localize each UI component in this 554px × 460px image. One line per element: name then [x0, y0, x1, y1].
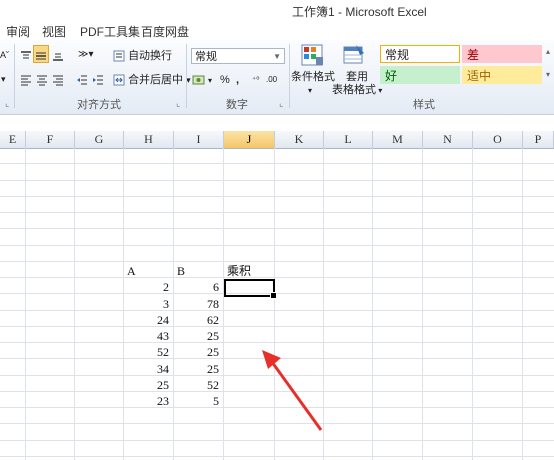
ribbon: A˘ ▾ ⌞ ≫▾ 自动换行 合并后居中 ▾ 对齐方式 ⌞ 常规 ▼ ▾ % ,…: [0, 40, 554, 115]
group-separator: [289, 44, 290, 108]
cell-i[interactable]: 25: [177, 344, 219, 360]
cell-h[interactable]: 34: [127, 361, 169, 377]
column-header-o[interactable]: O: [473, 131, 523, 148]
wrap-text-button[interactable]: 自动换行: [113, 47, 172, 65]
column-header-m[interactable]: M: [373, 131, 423, 148]
increase-decimal-button[interactable]: ⁺⁰: [252, 71, 259, 89]
conditional-format-icon[interactable]: [298, 43, 326, 69]
table-format-button[interactable]: 表格格式 ▾: [332, 81, 382, 99]
column-header-i[interactable]: I: [174, 131, 224, 148]
title-bar: 工作簿1 - Microsoft Excel: [0, 0, 554, 20]
column-header-j[interactable]: J: [224, 131, 275, 148]
table-format-label-2: 表格格式: [332, 84, 376, 96]
cell-i[interactable]: 62: [177, 312, 219, 328]
cell-style-bad[interactable]: 差: [462, 45, 542, 63]
worksheet-grid[interactable]: A B 乘积 2 6 3 78 24 62 43 25 52 25 34 25 25 52 23 5: [0, 148, 554, 460]
column-header-k[interactable]: K: [275, 131, 324, 148]
number-format-value: 常规: [195, 51, 217, 63]
ribbon-tabs: 审阅 视图 PDF工具集 百度网盘: [0, 20, 554, 40]
window-title: 工作簿1 - Microsoft Excel: [292, 5, 427, 19]
font-shrink-button[interactable]: A˘: [0, 46, 9, 64]
style-label: 适中: [467, 69, 492, 83]
styles-scroll-up-icon[interactable]: ▴: [546, 43, 550, 61]
column-headers: EFGHIJKLMNOP: [0, 131, 554, 149]
formula-bar-area: [0, 115, 554, 131]
cell-i[interactable]: 52: [177, 377, 219, 393]
chevron-down-icon: ▼: [273, 52, 281, 61]
alignment-group-launcher-icon[interactable]: ⌞: [176, 98, 180, 109]
cell-j[interactable]: 乘积: [227, 263, 270, 279]
percent-style-button[interactable]: %: [220, 71, 230, 89]
cell-i[interactable]: 25: [177, 361, 219, 377]
style-label: 好: [385, 69, 398, 83]
cell-h[interactable]: 43: [127, 328, 169, 344]
number-format-select[interactable]: 常规 ▼: [191, 48, 285, 64]
column-header-f[interactable]: F: [26, 131, 75, 148]
column-header-h[interactable]: H: [124, 131, 174, 148]
number-group-launcher-icon[interactable]: ⌞: [279, 98, 283, 109]
tab-baidu-netdisk[interactable]: 百度网盘: [141, 23, 189, 40]
style-label: 差: [467, 48, 480, 62]
cell-style-normal[interactable]: 常规: [380, 45, 460, 63]
alignment-group-label: 对齐方式: [77, 99, 121, 111]
merge-center-icon: [113, 74, 125, 86]
increase-indent-icon[interactable]: [92, 71, 104, 89]
cell-h[interactable]: A: [127, 263, 169, 279]
style-label: 常规: [385, 48, 410, 62]
align-bottom-icon[interactable]: [52, 47, 64, 65]
merge-center-label: 合并后居中: [128, 74, 184, 86]
tab-pdf-tools[interactable]: PDF工具集: [80, 23, 140, 40]
chevron-down-icon[interactable]: ▾: [308, 82, 312, 100]
table-format-icon[interactable]: [340, 43, 368, 69]
cell-style-neutral[interactable]: 适中: [462, 66, 542, 84]
wrap-text-icon: [113, 50, 125, 62]
active-cell-selection[interactable]: [224, 279, 277, 299]
cell-i[interactable]: 5: [177, 393, 219, 409]
cell-h[interactable]: 25: [127, 377, 169, 393]
cell-style-good[interactable]: 好: [380, 66, 460, 84]
wrap-text-label: 自动换行: [128, 50, 173, 62]
cell-i[interactable]: 6: [177, 279, 219, 295]
number-group-label: 数字: [226, 99, 248, 111]
currency-icon: [192, 75, 205, 85]
font-dropdown-arrow-icon[interactable]: ▾: [1, 70, 6, 88]
align-left-icon[interactable]: [20, 71, 32, 89]
cell-i[interactable]: 78: [177, 296, 219, 312]
column-header-n[interactable]: N: [423, 131, 473, 148]
align-middle-icon[interactable]: [33, 45, 49, 63]
decrease-indent-icon[interactable]: [76, 71, 88, 89]
column-header-e[interactable]: E: [0, 131, 26, 148]
fill-handle[interactable]: [270, 292, 277, 299]
column-header-l[interactable]: L: [324, 131, 373, 148]
gridlines: [0, 148, 554, 460]
column-header-p[interactable]: P: [523, 131, 554, 148]
conditional-format-button[interactable]: 条件格式: [291, 68, 335, 86]
group-separator: [14, 44, 15, 108]
column-header-g[interactable]: G: [75, 131, 124, 148]
tab-review[interactable]: 审阅: [6, 23, 30, 40]
styles-scroll-down-icon[interactable]: ▾: [546, 66, 550, 84]
currency-format-button[interactable]: ▾: [192, 71, 212, 89]
font-group-launcher-icon[interactable]: ⌞: [5, 98, 9, 109]
align-right-icon[interactable]: [52, 71, 64, 89]
cell-h[interactable]: 2: [127, 279, 169, 295]
align-center-icon[interactable]: [36, 71, 48, 89]
cell-h[interactable]: 23: [127, 393, 169, 409]
align-top-icon[interactable]: [20, 47, 32, 65]
cell-h[interactable]: 24: [127, 312, 169, 328]
tab-view[interactable]: 视图: [42, 23, 66, 40]
decrease-decimal-button[interactable]: .00: [266, 71, 277, 89]
cell-i[interactable]: 25: [177, 328, 219, 344]
orientation-icon[interactable]: ≫▾: [78, 46, 94, 64]
styles-group-label: 样式: [413, 99, 435, 111]
comma-style-button[interactable]: ,: [236, 71, 239, 89]
cell-h[interactable]: 3: [127, 296, 169, 312]
merge-center-button[interactable]: 合并后居中 ▾: [113, 71, 191, 89]
cell-i[interactable]: B: [177, 263, 219, 279]
cell-h[interactable]: 52: [127, 344, 169, 360]
group-separator: [186, 44, 187, 108]
